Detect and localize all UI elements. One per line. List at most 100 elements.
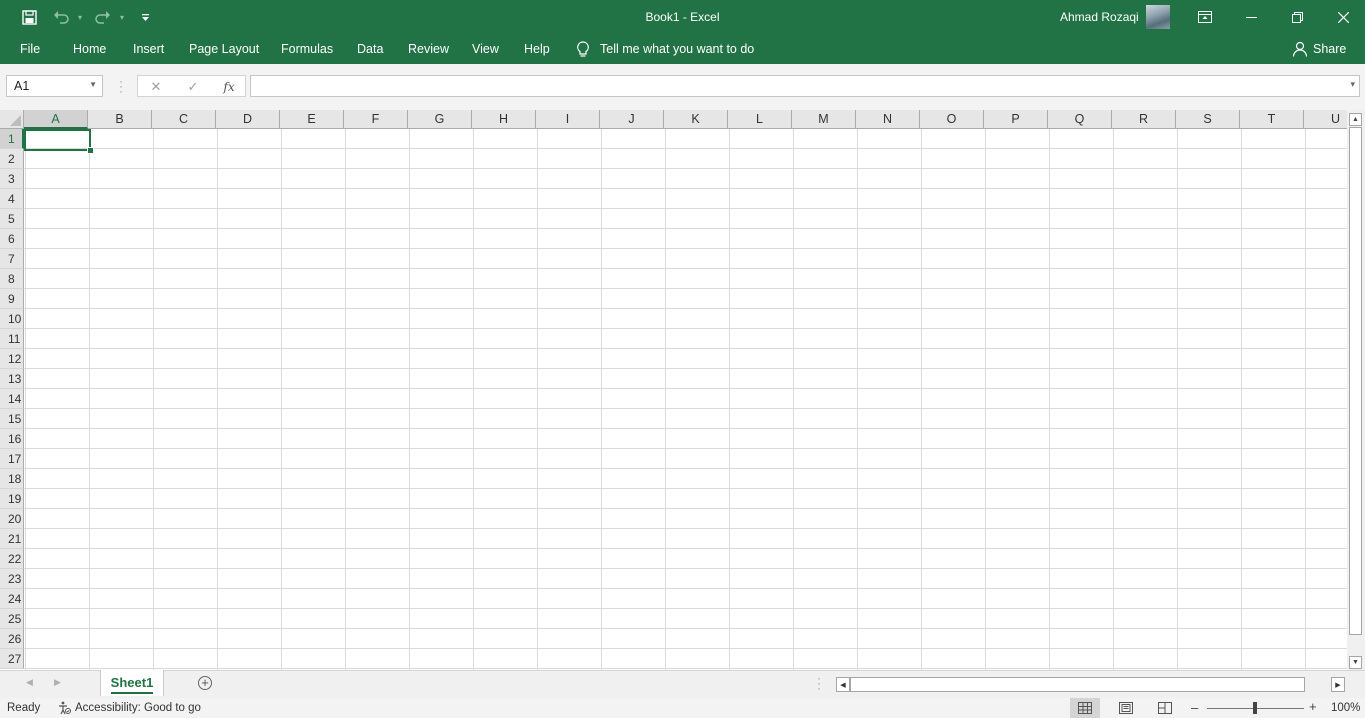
add-sheet-icon[interactable]: + xyxy=(198,676,212,690)
zoom-out-icon[interactable]: – xyxy=(1191,700,1198,715)
insert-function-icon[interactable]: fx xyxy=(214,76,244,98)
row-header-7[interactable]: 7 xyxy=(0,249,24,269)
column-header-f[interactable]: F xyxy=(344,110,408,129)
scroll-down-icon[interactable]: ▼ xyxy=(1349,656,1362,669)
active-cell[interactable] xyxy=(24,129,91,151)
column-header-d[interactable]: D xyxy=(216,110,280,129)
horizontal-scrollbar[interactable]: ◀ ▶ xyxy=(836,677,1346,692)
column-header-t[interactable]: T xyxy=(1240,110,1304,129)
row-header-25[interactable]: 25 xyxy=(0,609,24,629)
tell-me-search[interactable]: Tell me what you want to do xyxy=(576,34,754,64)
tab-view[interactable]: View xyxy=(472,34,499,64)
vertical-scrollbar[interactable]: ▲ ▼ xyxy=(1347,110,1365,670)
row-header-16[interactable]: 16 xyxy=(0,429,24,449)
save-button[interactable] xyxy=(15,0,43,34)
row-header-23[interactable]: 23 xyxy=(0,569,24,589)
undo-dropdown[interactable]: ▾ xyxy=(75,0,85,34)
vertical-scroll-thumb[interactable] xyxy=(1349,127,1362,635)
tab-split-handle[interactable]: · · · xyxy=(817,672,821,694)
zoom-in-icon[interactable]: + xyxy=(1309,699,1317,714)
column-header-m[interactable]: M xyxy=(792,110,856,129)
user-name[interactable]: Ahmad Rozaqi xyxy=(1060,0,1139,34)
row-header-17[interactable]: 17 xyxy=(0,449,24,469)
row-header-27[interactable]: 27 xyxy=(0,649,24,669)
page-break-preview-button[interactable] xyxy=(1150,698,1180,718)
worksheet-grid[interactable]: ABCDEFGHIJKLMNOPQRSTU 1 2 3 4 5 6 7 8 9 10 11 12 13 1… xyxy=(0,110,1347,670)
select-all-button[interactable] xyxy=(0,110,24,129)
tab-insert[interactable]: Insert xyxy=(133,34,164,64)
cancel-icon[interactable]: ✕ xyxy=(141,76,171,98)
column-header-a[interactable]: A xyxy=(24,110,88,129)
scroll-right-icon[interactable]: ▶ xyxy=(1331,677,1345,692)
column-header-h[interactable]: H xyxy=(472,110,536,129)
row-header-15[interactable]: 15 xyxy=(0,409,24,429)
zoom-level[interactable]: 100% xyxy=(1331,702,1360,714)
row-header-21[interactable]: 21 xyxy=(0,529,24,549)
zoom-slider-thumb[interactable] xyxy=(1253,702,1257,714)
sheet-nav-next-icon[interactable]: ▶ xyxy=(54,677,61,688)
column-header-j[interactable]: J xyxy=(600,110,664,129)
expand-formula-bar-icon[interactable]: ▾ xyxy=(1350,79,1355,90)
restore-button[interactable] xyxy=(1274,0,1320,34)
row-header-13[interactable]: 13 xyxy=(0,369,24,389)
row-header-20[interactable]: 20 xyxy=(0,509,24,529)
normal-view-button[interactable] xyxy=(1070,698,1100,718)
column-header-o[interactable]: O xyxy=(920,110,984,129)
scroll-left-icon[interactable]: ◀ xyxy=(836,677,850,692)
formula-bar-resize-handle[interactable]: · · · xyxy=(119,75,123,97)
tab-data[interactable]: Data xyxy=(357,34,383,64)
share-button[interactable]: Share xyxy=(1292,34,1346,64)
column-header-c[interactable]: C xyxy=(152,110,216,129)
sheet-tab-sheet1[interactable]: Sheet1 xyxy=(100,670,164,696)
horizontal-scroll-thumb[interactable] xyxy=(850,677,1305,692)
column-header-s[interactable]: S xyxy=(1176,110,1240,129)
redo-button[interactable] xyxy=(89,0,117,34)
tab-formulas[interactable]: Formulas xyxy=(281,34,333,64)
column-header-g[interactable]: G xyxy=(408,110,472,129)
column-header-i[interactable]: I xyxy=(536,110,600,129)
column-header-b[interactable]: B xyxy=(88,110,152,129)
row-header-18[interactable]: 18 xyxy=(0,469,24,489)
redo-dropdown[interactable]: ▾ xyxy=(117,0,127,34)
minimize-button[interactable] xyxy=(1228,0,1274,34)
row-header-8[interactable]: 8 xyxy=(0,269,24,289)
row-header-3[interactable]: 3 xyxy=(0,169,24,189)
row-header-19[interactable]: 19 xyxy=(0,489,24,509)
column-header-p[interactable]: P xyxy=(984,110,1048,129)
undo-button[interactable] xyxy=(47,0,75,34)
row-header-6[interactable]: 6 xyxy=(0,229,24,249)
enter-icon[interactable]: ✓ xyxy=(178,76,208,98)
customize-qat-button[interactable] xyxy=(131,0,159,34)
row-header-22[interactable]: 22 xyxy=(0,549,24,569)
close-button[interactable] xyxy=(1320,0,1365,34)
row-header-2[interactable]: 2 xyxy=(0,149,24,169)
row-header-5[interactable]: 5 xyxy=(0,209,24,229)
row-header-9[interactable]: 9 xyxy=(0,289,24,309)
cell-grid[interactable] xyxy=(24,129,1347,670)
avatar[interactable] xyxy=(1146,5,1170,29)
row-header-26[interactable]: 26 xyxy=(0,629,24,649)
column-header-q[interactable]: Q xyxy=(1048,110,1112,129)
ribbon-display-options-button[interactable] xyxy=(1182,0,1228,34)
accessibility-status[interactable]: Accessibility: Good to go xyxy=(57,701,201,715)
scroll-up-icon[interactable]: ▲ xyxy=(1349,113,1362,126)
tab-home[interactable]: Home xyxy=(73,34,106,64)
column-header-l[interactable]: L xyxy=(728,110,792,129)
tab-file[interactable]: File xyxy=(20,34,40,64)
row-header-24[interactable]: 24 xyxy=(0,589,24,609)
column-header-u[interactable]: U xyxy=(1304,110,1347,129)
column-header-r[interactable]: R xyxy=(1112,110,1176,129)
sheet-nav-prev-icon[interactable]: ◀ xyxy=(26,677,33,688)
tab-review[interactable]: Review xyxy=(408,34,449,64)
row-header-14[interactable]: 14 xyxy=(0,389,24,409)
row-header-11[interactable]: 11 xyxy=(0,329,24,349)
tab-page-layout[interactable]: Page Layout xyxy=(189,34,259,64)
column-header-n[interactable]: N xyxy=(856,110,920,129)
row-header-10[interactable]: 10 xyxy=(0,309,24,329)
chevron-down-icon[interactable]: ▼ xyxy=(89,80,97,89)
row-header-12[interactable]: 12 xyxy=(0,349,24,369)
column-header-k[interactable]: K xyxy=(664,110,728,129)
formula-input[interactable]: ▾ xyxy=(250,75,1360,97)
name-box[interactable]: A1 ▼ xyxy=(6,75,103,97)
page-layout-view-button[interactable] xyxy=(1111,698,1141,718)
